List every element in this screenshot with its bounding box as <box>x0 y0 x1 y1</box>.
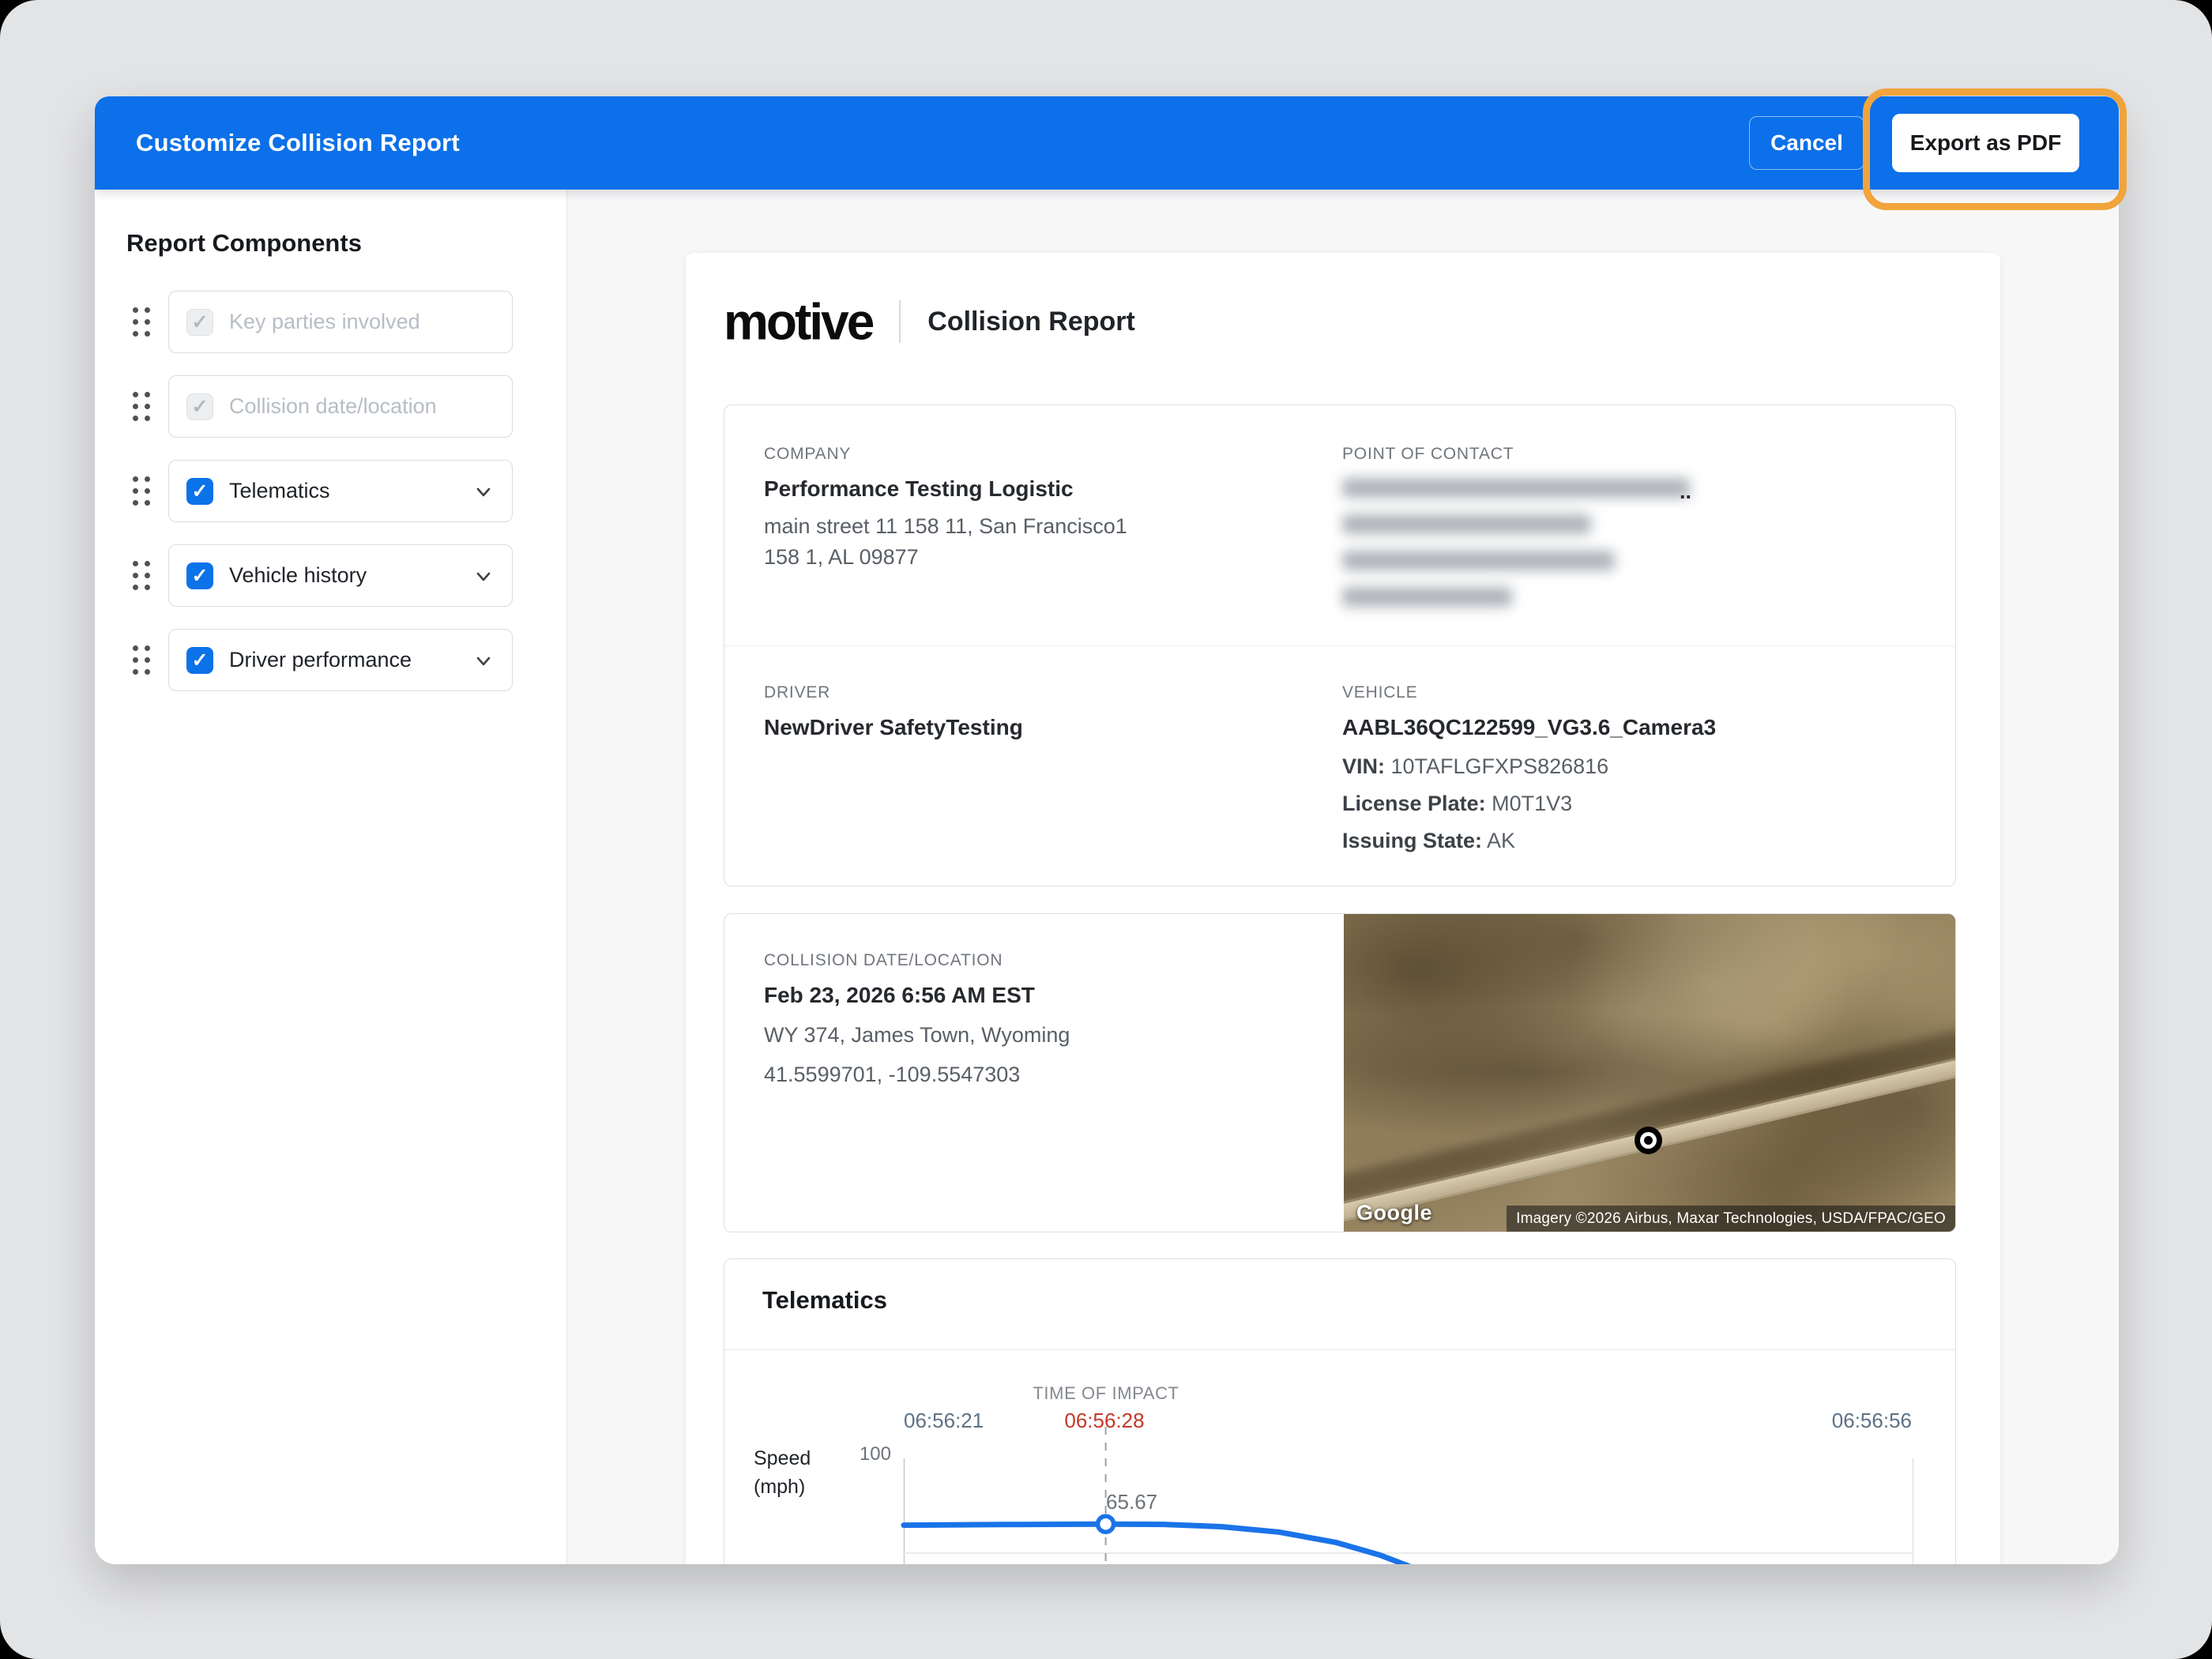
satellite-map: Google Imagery ©2026 Airbus, Maxar Techn… <box>1344 914 1955 1232</box>
sidebar-item-label: Collision date/location <box>229 394 437 418</box>
telematics-heading: Telematics <box>762 1286 887 1314</box>
cancel-button[interactable]: Cancel <box>1749 116 1864 170</box>
driver-name: NewDriver SafetyTesting <box>764 715 1023 739</box>
drag-handle-icon[interactable] <box>133 476 151 506</box>
sidebar-item-label: Vehicle history <box>229 563 367 587</box>
screenshot-background: Customize Collision Report Cancel Export… <box>0 0 2212 1659</box>
collision-info-section: COLLISION DATE/LOCATION Feb 23, 2026 6:5… <box>764 951 1070 1087</box>
redacted-line <box>1342 478 1690 498</box>
company-name: Performance Testing Logistic <box>764 476 1074 501</box>
chart-start-time: 06:56:21 <box>904 1409 984 1432</box>
sidebar-component-list: ✓ Key parties involved ✓ Collision date/… <box>95 291 566 691</box>
drag-handle-icon[interactable] <box>133 645 151 675</box>
customize-collision-report-modal: Customize Collision Report Cancel Export… <box>95 96 2119 1564</box>
sidebar-row-collision-date: ✓ Collision date/location <box>95 375 566 438</box>
redacted-suffix: .. <box>1679 480 1691 503</box>
driver-section: DRIVER NewDriver SafetyTesting <box>764 683 1023 740</box>
sidebar-item-label: Telematics <box>229 479 330 502</box>
parties-info-card: COMPANY Performance Testing Logistic mai… <box>724 404 1956 886</box>
map-location-marker-icon <box>1635 1127 1662 1154</box>
company-address-line1: main street 11 158 11, San Francisco1 <box>764 514 1127 538</box>
redacted-contact-block: .. <box>1342 478 1714 607</box>
company-section: COMPANY Performance Testing Logistic mai… <box>764 445 1127 570</box>
speed-line-chart: 65.67 <box>901 1427 1914 1564</box>
google-logo: Google <box>1356 1201 1432 1224</box>
card-divider <box>724 645 1955 646</box>
chevron-down-icon[interactable] <box>472 480 495 502</box>
state-label: Issuing State: <box>1342 829 1483 852</box>
chart-impact-time: 06:56:28 <box>1064 1409 1145 1432</box>
sidebar-row-key-parties: ✓ Key parties involved <box>95 291 566 353</box>
state-value: AK <box>1487 829 1516 852</box>
modal-body: Report Components ✓ Key parties involved… <box>95 190 2119 1564</box>
sidebar-heading: Report Components <box>126 229 362 257</box>
point-of-contact-label: POINT OF CONTACT <box>1342 445 1514 463</box>
driver-label: DRIVER <box>764 683 831 702</box>
chevron-down-icon[interactable] <box>472 565 495 587</box>
report-page: motive Collision Report COMPANY Performa… <box>686 253 2000 1564</box>
vehicle-section: VEHICLE AABL36QC122599_VG3.6_Camera3 VIN… <box>1342 683 1716 853</box>
sidebar-item-label: Key parties involved <box>229 310 420 333</box>
redacted-line <box>1342 587 1512 607</box>
company-address-line2: 158 1, AL 09877 <box>764 545 919 569</box>
sidebar-item-collision-date-location[interactable]: ✓ Collision date/location <box>168 375 513 438</box>
collision-datetime: Feb 23, 2026 6:56 AM EST <box>764 983 1035 1007</box>
company-label: COMPANY <box>764 445 852 463</box>
speed-series-line <box>901 1521 1412 1564</box>
plate-value: M0T1V3 <box>1492 792 1573 815</box>
map-attribution: Imagery ©2026 Airbus, Maxar Technologies… <box>1507 1206 1955 1232</box>
sidebar-item-driver-performance[interactable]: ✓ Driver performance <box>168 629 513 691</box>
map-road-shadow <box>1344 1023 1955 1205</box>
logo-divider <box>899 300 901 343</box>
vin-value: 10TAFLGFXPS826816 <box>1390 754 1609 778</box>
vehicle-name: AABL36QC122599_VG3.6_Camera3 <box>1342 715 1717 739</box>
drag-handle-icon[interactable] <box>133 307 151 337</box>
vehicle-state-row: Issuing State: AK <box>1342 829 1716 853</box>
report-components-sidebar: Report Components ✓ Key parties involved… <box>95 190 567 1564</box>
motive-logo: motive <box>724 292 875 351</box>
collision-coordinates: 41.5599701, -109.5547303 <box>764 1063 1021 1086</box>
plate-label: License Plate: <box>1342 792 1486 815</box>
sidebar-item-key-parties-involved[interactable]: ✓ Key parties involved <box>168 291 513 353</box>
y-axis-title: Speed (mph) <box>754 1447 811 1498</box>
drag-handle-icon[interactable] <box>133 391 151 422</box>
sidebar-row-vehicle-history: ✓ Vehicle history <box>95 544 566 607</box>
checkbox-checked-disabled-icon[interactable]: ✓ <box>186 393 213 420</box>
vehicle-vin-row: VIN: 10TAFLGFXPS826816 <box>1342 754 1716 779</box>
checkbox-checked-disabled-icon[interactable]: ✓ <box>186 308 213 336</box>
collision-label: COLLISION DATE/LOCATION <box>764 951 1003 969</box>
drag-handle-icon[interactable] <box>133 560 151 591</box>
chevron-down-icon[interactable] <box>472 649 495 672</box>
checkbox-checked-icon[interactable]: ✓ <box>186 646 213 674</box>
export-as-pdf-button[interactable]: Export as PDF <box>1892 114 2079 172</box>
modal-title: Customize Collision Report <box>136 129 460 156</box>
time-of-impact-label: TIME OF IMPACT <box>1033 1383 1179 1403</box>
checkbox-checked-icon[interactable]: ✓ <box>186 477 213 505</box>
collision-location-card: COLLISION DATE/LOCATION Feb 23, 2026 6:5… <box>724 913 1956 1232</box>
redacted-line <box>1342 514 1591 534</box>
impact-speed-value: 65.67 <box>1106 1490 1157 1514</box>
report-logo-row: motive Collision Report <box>724 292 1135 351</box>
vehicle-plate-row: License Plate: M0T1V3 <box>1342 792 1716 816</box>
report-preview-area: motive Collision Report COMPANY Performa… <box>567 190 2119 1564</box>
impact-point-marker <box>1095 1514 1116 1534</box>
redacted-line <box>1342 551 1615 570</box>
collision-location: WY 374, James Town, Wyoming <box>764 1023 1070 1047</box>
telematics-card: Telematics TIME OF IMPACT 06:56:21 06:56… <box>724 1258 1956 1564</box>
sidebar-row-driver-performance: ✓ Driver performance <box>95 629 566 691</box>
vehicle-label: VEHICLE <box>1342 683 1418 702</box>
report-doc-title: Collision Report <box>927 306 1135 337</box>
point-of-contact-section: POINT OF CONTACT .. <box>1342 445 1714 623</box>
modal-header: Customize Collision Report Cancel Export… <box>95 96 2119 190</box>
sidebar-item-label: Driver performance <box>229 648 412 672</box>
sidebar-item-vehicle-history[interactable]: ✓ Vehicle history <box>168 544 513 607</box>
sidebar-row-telematics: ✓ Telematics <box>95 460 566 522</box>
y-axis-tick-100: 100 <box>859 1443 891 1465</box>
vin-label: VIN: <box>1342 754 1385 778</box>
chart-end-time: 06:56:56 <box>1831 1409 1912 1432</box>
sidebar-item-telematics[interactable]: ✓ Telematics <box>168 460 513 522</box>
telematics-divider <box>724 1349 1955 1350</box>
checkbox-checked-icon[interactable]: ✓ <box>186 562 213 589</box>
